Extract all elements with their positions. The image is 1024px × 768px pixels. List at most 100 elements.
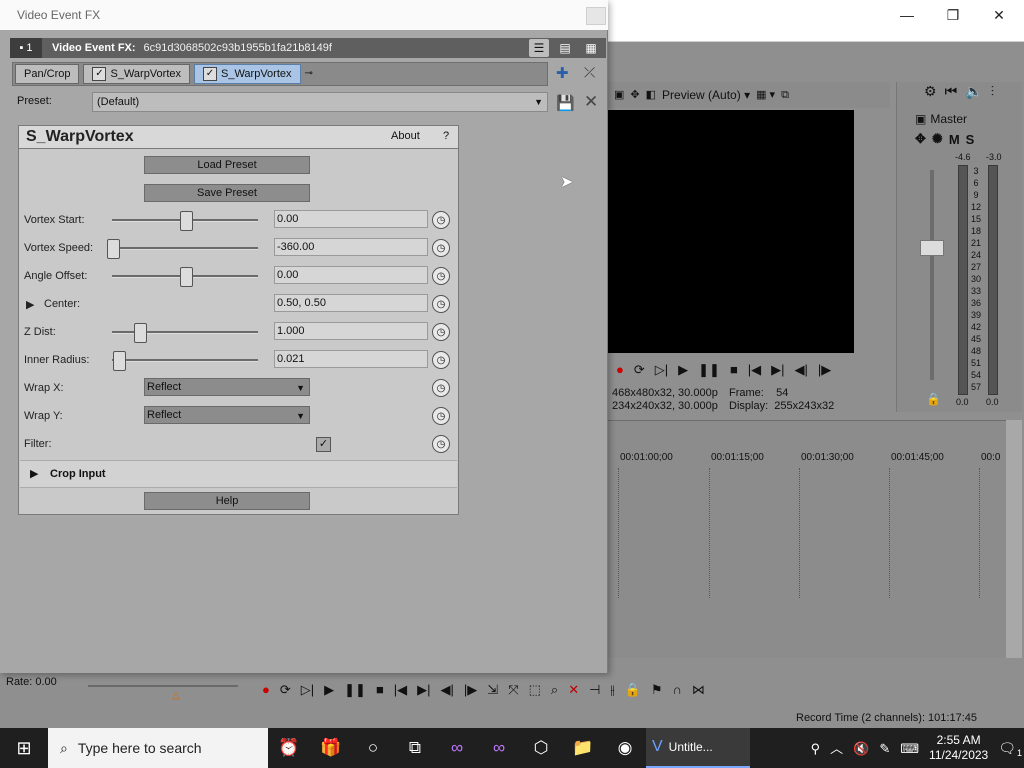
chain-item-pan-crop[interactable]: Pan/Crop [15,64,80,84]
delete-icon[interactable]: ✕ [568,683,579,696]
selection-tool-icon[interactable]: ⬚ [529,683,541,696]
copy-snapshot-icon[interactable]: ⧉ [781,89,789,101]
list-view-icon[interactable]: ☰ [529,39,549,57]
remove-plugin-icon[interactable]: ⤫ [584,64,595,81]
app-icon-infinity-2[interactable]: ∞ [478,728,520,768]
wrap-y-dropdown[interactable]: Reflect ▼ [144,406,310,424]
animate-clock-icon[interactable]: ◷ [432,323,450,341]
chevron-up-icon[interactable]: ︿ [830,742,843,755]
animate-clock-icon[interactable]: ◷ [432,435,450,453]
fx-close-button[interactable] [586,7,606,25]
timeline-ruler[interactable]: 00:01:00;00 00:01:15;00 00:01:30;00 00:0… [608,450,1006,468]
overlays-icon[interactable]: ▦ ▾ [756,89,775,101]
expand-arrow-icon[interactable]: ▶ [26,298,34,311]
go-start-icon[interactable]: |◀ [394,683,407,696]
grid-view-icon[interactable]: ▤ [555,39,575,57]
edit-tool-icon[interactable]: ⇲ [487,683,498,696]
play-icon[interactable]: ▶ [324,683,334,696]
pause-icon[interactable]: ❚❚ [344,683,366,696]
volume-fader[interactable] [920,240,944,256]
stop-icon[interactable]: ■ [376,683,384,696]
next-frame-icon[interactable]: |▶ [464,683,477,696]
snap-icon[interactable]: ∩ [672,683,681,696]
prev-frame-icon[interactable]: ◀| [441,683,454,696]
speaker-icon[interactable]: 🔈 [965,84,982,100]
delete-preset-icon[interactable]: ✕ [584,92,598,112]
wrap-x-dropdown[interactable]: Reflect ▼ [144,378,310,396]
step-forward-icon[interactable]: |▶ [818,363,831,376]
split-screen-icon[interactable]: ◧ [646,89,656,101]
param-value-field[interactable]: -360.00 [274,238,428,256]
help-button[interactable]: Help [144,492,310,510]
preview-settings-icon[interactable]: ▣ [614,89,624,101]
preview-quality-dropdown[interactable]: Preview (Auto) ▾ [662,88,750,102]
go-end-icon[interactable]: ▶| [417,683,430,696]
move-icon[interactable]: ✥ [630,89,639,101]
lock-icon[interactable]: 🔒 [926,392,941,406]
3d-box-icon[interactable]: ⬡ [520,728,562,768]
gear-icon[interactable]: ⚙ [924,84,937,100]
gift-icon[interactable]: 🎁 [310,728,352,768]
task-view-icon[interactable]: ⧉ [394,728,436,768]
preset-dropdown[interactable]: (Default) ▼ [92,92,548,112]
load-preset-button[interactable]: Load Preset [144,156,310,174]
pause-icon[interactable]: ❚❚ [698,363,720,376]
param-slider-knob[interactable] [180,211,193,231]
lock-icon[interactable]: 🔒 [625,683,641,696]
filter-checkbox[interactable]: ✓ [316,437,331,452]
help-question-button[interactable]: ? [443,130,449,142]
chain-item-warpvortex-1[interactable]: ✓ S_WarpVortex [83,64,190,84]
enable-checkbox[interactable]: ✓ [92,67,107,81]
prev-frame-icon[interactable]: |◀ [748,363,761,376]
plugin-chain-icon[interactable]: ✚ [556,64,569,82]
taskbar-vegas-app[interactable]: V Untitle... [646,728,750,768]
param-value-field[interactable]: 0.00 [274,210,428,228]
play-icon[interactable]: ▶ [678,363,688,376]
keyboard-icon[interactable]: ⌨ [900,742,919,755]
minimize-button[interactable]: — [884,0,930,30]
enable-checkbox[interactable]: ✓ [203,67,217,81]
param-value-field[interactable]: 0.00 [274,266,428,284]
downmix-icon[interactable]: ⫶ [991,84,995,100]
rate-slider[interactable] [88,685,238,687]
taskbar-search[interactable]: ⌕ Type here to search [48,728,268,768]
expand-arrow-icon[interactable]: ▶ [30,467,38,480]
alarm-clock-icon[interactable]: ⏰ [268,728,310,768]
param-slider-knob[interactable] [134,323,147,343]
volume-muted-icon[interactable]: 🔇 [853,742,869,755]
play-from-start-icon[interactable]: ▷| [655,363,668,376]
animate-clock-icon[interactable]: ◷ [432,379,450,397]
animate-clock-icon[interactable]: ◷ [432,267,450,285]
move-icon[interactable]: ✥ [915,132,926,148]
animate-clock-icon[interactable]: ◷ [432,239,450,257]
animate-clock-icon[interactable]: ◷ [432,295,450,313]
animate-clock-icon[interactable]: ◷ [432,407,450,425]
auto-crossfade-icon[interactable]: ⋈ [692,683,705,696]
clock[interactable]: 2:55 AM 11/24/2023 [929,733,988,763]
cortana-icon[interactable]: ○ [352,728,394,768]
param-slider-knob[interactable] [107,239,120,259]
param-slider-knob[interactable] [180,267,193,287]
record-icon[interactable]: ● [262,683,270,696]
param-slider-track[interactable] [112,247,258,250]
animate-clock-icon[interactable]: ◷ [432,211,450,229]
file-explorer-icon[interactable]: 📁 [562,728,604,768]
close-button[interactable]: ✕ [976,0,1022,30]
stop-icon[interactable]: ■ [730,363,738,376]
fx-titlebar[interactable]: Video Event FX [0,0,608,30]
start-button[interactable]: ⊞ [0,728,48,768]
param-slider-track[interactable] [112,359,258,362]
compact-view-icon[interactable]: ▦ [581,39,601,57]
param-slider-knob[interactable] [113,351,126,371]
param-value-field[interactable]: 1.000 [274,322,428,340]
zoom-tool-icon[interactable]: ⌕ [551,683,558,696]
maximize-button[interactable]: ❐ [930,0,976,30]
param-value-field[interactable]: 0.021 [274,350,428,368]
mute-button[interactable]: M [949,132,960,148]
save-preset-button[interactable]: Save Preset [144,184,310,202]
chrome-icon[interactable]: ◉ [604,728,646,768]
app-icon-infinity-1[interactable]: ∞ [436,728,478,768]
split-icon[interactable]: ⫲ [610,683,614,696]
notifications-icon[interactable]: 🗨 1 [998,741,1022,758]
loop-icon[interactable]: ⟳ [280,683,291,696]
